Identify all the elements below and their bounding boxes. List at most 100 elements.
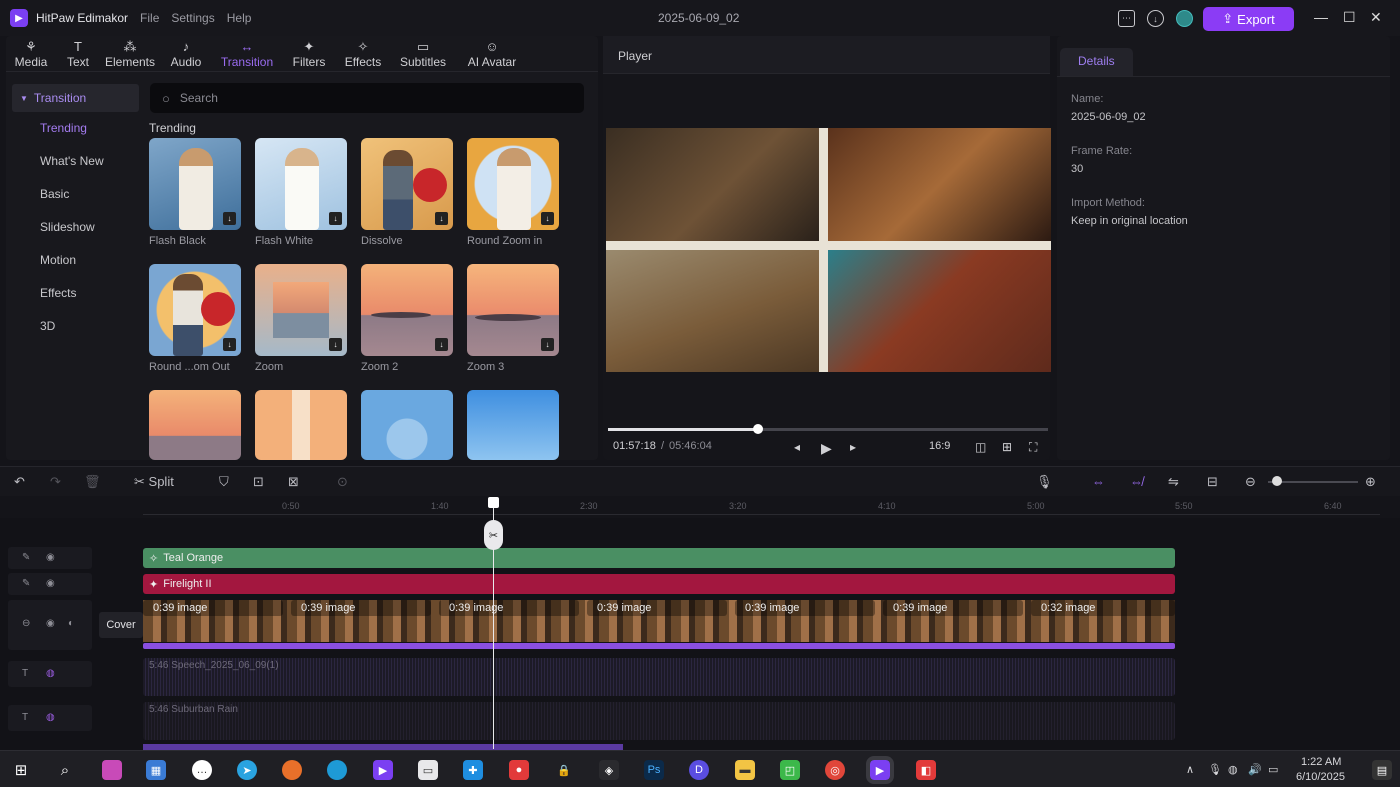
transition-thumb-zoom-3[interactable]: ↓	[467, 264, 559, 356]
aspect-ratio-select[interactable]: 16:9	[929, 440, 950, 452]
file-explorer-icon[interactable]: ▬	[735, 760, 755, 780]
zoom-out-icon[interactable]: ⊖	[1245, 474, 1256, 490]
marker-icon[interactable]: ⛉	[219, 474, 229, 490]
tab-elements[interactable]: ⁂ Elements	[100, 36, 160, 71]
feedback-icon[interactable]: ⋯	[1118, 10, 1135, 27]
category-whats-new[interactable]: What's New	[12, 145, 139, 178]
notification-icon[interactable]: ▤	[1372, 760, 1392, 780]
close-icon[interactable]: ✕	[1370, 9, 1382, 26]
effect-clip[interactable]: ✦ Firelight II	[143, 574, 1175, 594]
download-icon[interactable]: ↓	[541, 338, 554, 351]
magnet-icon[interactable]: ⇔	[1092, 474, 1105, 489]
search-icon[interactable]: ⌕	[55, 760, 75, 780]
text-track-icon[interactable]: T	[22, 712, 28, 723]
fullscreen-icon[interactable]: ⛶	[1029, 440, 1037, 455]
link-icon[interactable]: ⇎	[1130, 474, 1143, 489]
eye-icon[interactable]: ◉	[46, 552, 55, 563]
video-clip[interactable]: 0:39 image	[883, 600, 1023, 616]
playhead-split-icon[interactable]: ✂	[484, 520, 503, 550]
audio-icon[interactable]: ◍	[46, 668, 55, 679]
video-clip[interactable]: 0:39 image	[587, 600, 727, 616]
video-preview[interactable]	[606, 128, 1051, 372]
search-input[interactable]: ○ Search	[150, 83, 584, 113]
zoom-in-icon[interactable]: ⊕	[1365, 474, 1376, 490]
transition-thumb-round-zoom-in[interactable]: ↓	[467, 138, 559, 230]
transition-thumb-flash-black[interactable]: ↓	[149, 138, 241, 230]
microphone-icon[interactable]: 🎙	[1208, 763, 1222, 776]
avatar[interactable]	[1176, 10, 1193, 27]
video-clip[interactable]: 0:32 image	[1031, 600, 1175, 616]
lock-app-icon[interactable]: 🔒	[554, 760, 574, 780]
windows-start-icon[interactable]: ⊞	[11, 760, 31, 780]
audio-clip-rain[interactable]: 5:46 Suburban Rain	[143, 702, 1175, 740]
category-header[interactable]: ▼ Transition	[12, 84, 139, 112]
chat-icon[interactable]: …	[192, 760, 212, 780]
next-frame-icon[interactable]: ▸	[850, 440, 856, 454]
transform-icon[interactable]: ⊠	[288, 474, 299, 490]
tab-text[interactable]: T Text	[56, 36, 100, 71]
fit-icon[interactable]: ⊟	[1207, 474, 1218, 490]
transition-thumb-dissolve[interactable]: ↓	[361, 138, 453, 230]
snapshot-icon[interactable]: ◫	[975, 440, 986, 454]
clock-time[interactable]: 1:22 AM	[1301, 756, 1341, 768]
download-icon[interactable]: ↓	[329, 212, 342, 225]
chevron-up-icon[interactable]: ∧	[1186, 763, 1194, 776]
transition-thumb[interactable]	[361, 390, 453, 460]
copilot-icon[interactable]	[102, 760, 122, 780]
redo-icon[interactable]: ↷	[50, 474, 61, 490]
volume-icon[interactable]: 🔊	[1248, 763, 1262, 776]
video-clip[interactable]: 0:39 image	[735, 600, 875, 616]
download-icon[interactable]: ↓	[1147, 10, 1164, 27]
timeline-ruler[interactable]: 0:50 1:40 2:30 3:20 4:10 5:00 5:50 6:40	[0, 496, 1400, 518]
video-clip[interactable]: 0:39 image	[143, 600, 283, 616]
transition-thumb-zoom[interactable]: ↓	[255, 264, 347, 356]
tab-effects[interactable]: ✧ Effects	[336, 36, 390, 71]
playhead-handle[interactable]	[488, 497, 499, 508]
minimize-icon[interactable]: —	[1314, 9, 1328, 25]
transition-thumb-round-zoom-out[interactable]: ↓	[149, 264, 241, 356]
eye-icon[interactable]: ◉	[46, 578, 55, 589]
calculator-icon[interactable]: ▦	[146, 760, 166, 780]
freeze-icon[interactable]: ⊙	[337, 474, 348, 490]
filter-clip[interactable]: ✧ Teal Orange	[143, 548, 1175, 568]
category-effects[interactable]: Effects	[12, 277, 139, 310]
category-trending[interactable]: Trending	[12, 112, 139, 145]
video-clip[interactable]: 0:39 image	[291, 600, 431, 616]
video-clip[interactable]: 0:39 image	[439, 600, 579, 616]
microphone-icon[interactable]: 🎙	[1036, 474, 1053, 490]
tab-filters[interactable]: ✦ Filters	[282, 36, 336, 71]
export-button[interactable]: ⇪ Export	[1203, 7, 1294, 31]
transition-thumb[interactable]	[255, 390, 347, 460]
menu-help[interactable]: Help	[227, 11, 252, 25]
prev-frame-icon[interactable]: ◂	[794, 440, 800, 454]
audio-icon[interactable]: ◍	[46, 712, 55, 723]
category-basic[interactable]: Basic	[12, 178, 139, 211]
transition-thumb[interactable]	[149, 390, 241, 460]
edimakor-icon[interactable]: ▶	[373, 760, 393, 780]
video-track[interactable]: 0:39 image 0:39 image 0:39 image 0:39 im…	[143, 600, 1175, 642]
screen-app-icon[interactable]: ◧	[916, 760, 936, 780]
text-track-icon[interactable]: T	[22, 668, 28, 679]
cover-button[interactable]: Cover	[99, 612, 143, 638]
grid-icon[interactable]: ⊞	[1002, 440, 1012, 454]
download-icon[interactable]: ↓	[541, 212, 554, 225]
download-icon[interactable]: ↓	[223, 212, 236, 225]
play-icon[interactable]: ▶	[821, 440, 832, 457]
delete-icon[interactable]: 🗑	[84, 474, 101, 490]
chrome-icon[interactable]: ◎	[825, 760, 845, 780]
photoshop-icon[interactable]: Ps	[644, 760, 664, 780]
tab-audio[interactable]: ♪ Audio	[160, 36, 212, 71]
crop-icon[interactable]: ⊡	[253, 474, 264, 490]
resolve-icon[interactable]: ◈	[599, 760, 619, 780]
lock-icon[interactable]: ✎	[22, 578, 30, 589]
category-slideshow[interactable]: Slideshow	[12, 211, 139, 244]
transition-thumb-zoom-2[interactable]: ↓	[361, 264, 453, 356]
category-3d[interactable]: 3D	[12, 310, 139, 343]
chain-icon[interactable]: ⇋	[1168, 474, 1179, 490]
edimakor-active-icon[interactable]: ▶	[866, 756, 894, 784]
tab-media[interactable]: ⚘ Media	[6, 36, 56, 71]
d-app-icon[interactable]: D	[689, 760, 709, 780]
split-button[interactable]: ✂ Split	[134, 474, 174, 490]
zoom-slider-knob[interactable]	[1272, 476, 1282, 486]
playback-knob[interactable]	[752, 424, 763, 434]
